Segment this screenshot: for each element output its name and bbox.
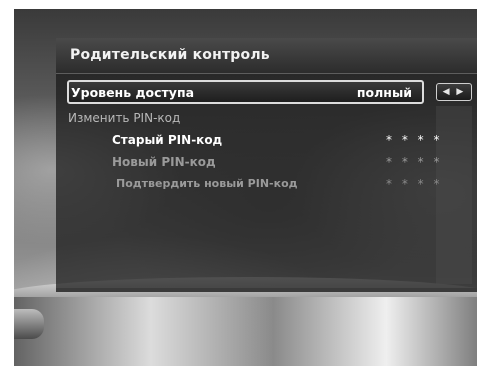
confirm-pin-field[interactable]: * * * * — [386, 177, 442, 191]
access-level-value: полный — [356, 85, 412, 100]
access-level-label: Уровень доступа — [71, 85, 195, 100]
change-pin-row[interactable]: Изменить PIN-код — [56, 106, 477, 130]
parental-control-menu: Родительский контроль Уровень доступа по… — [56, 38, 477, 292]
tv-screen: Родительский контроль Уровень доступа по… — [14, 9, 477, 366]
old-pin-row[interactable]: Старый PIN-код * * * * — [56, 128, 477, 152]
confirm-pin-label: Подтвердить новый PIN-код — [116, 177, 298, 190]
old-pin-label: Старый PIN-код — [112, 133, 223, 147]
menu-footer-bar — [56, 288, 477, 292]
background-pot-handle — [14, 309, 44, 339]
confirm-pin-row[interactable]: Подтвердить новый PIN-код * * * * — [56, 172, 477, 196]
new-pin-field[interactable]: * * * * — [386, 155, 442, 169]
new-pin-row[interactable]: Новый PIN-код * * * * — [56, 150, 477, 174]
old-pin-field[interactable]: * * * * — [386, 133, 442, 147]
left-right-arrows-icon[interactable]: ◀ ▶ — [436, 83, 472, 101]
background-pot-body — [14, 297, 477, 366]
new-pin-label: Новый PIN-код — [112, 155, 216, 169]
access-level-row[interactable]: Уровень доступа полный — [67, 80, 424, 104]
menu-header: Родительский контроль — [56, 38, 477, 74]
change-pin-label: Изменить PIN-код — [68, 111, 181, 125]
menu-title: Родительский контроль — [70, 47, 270, 63]
